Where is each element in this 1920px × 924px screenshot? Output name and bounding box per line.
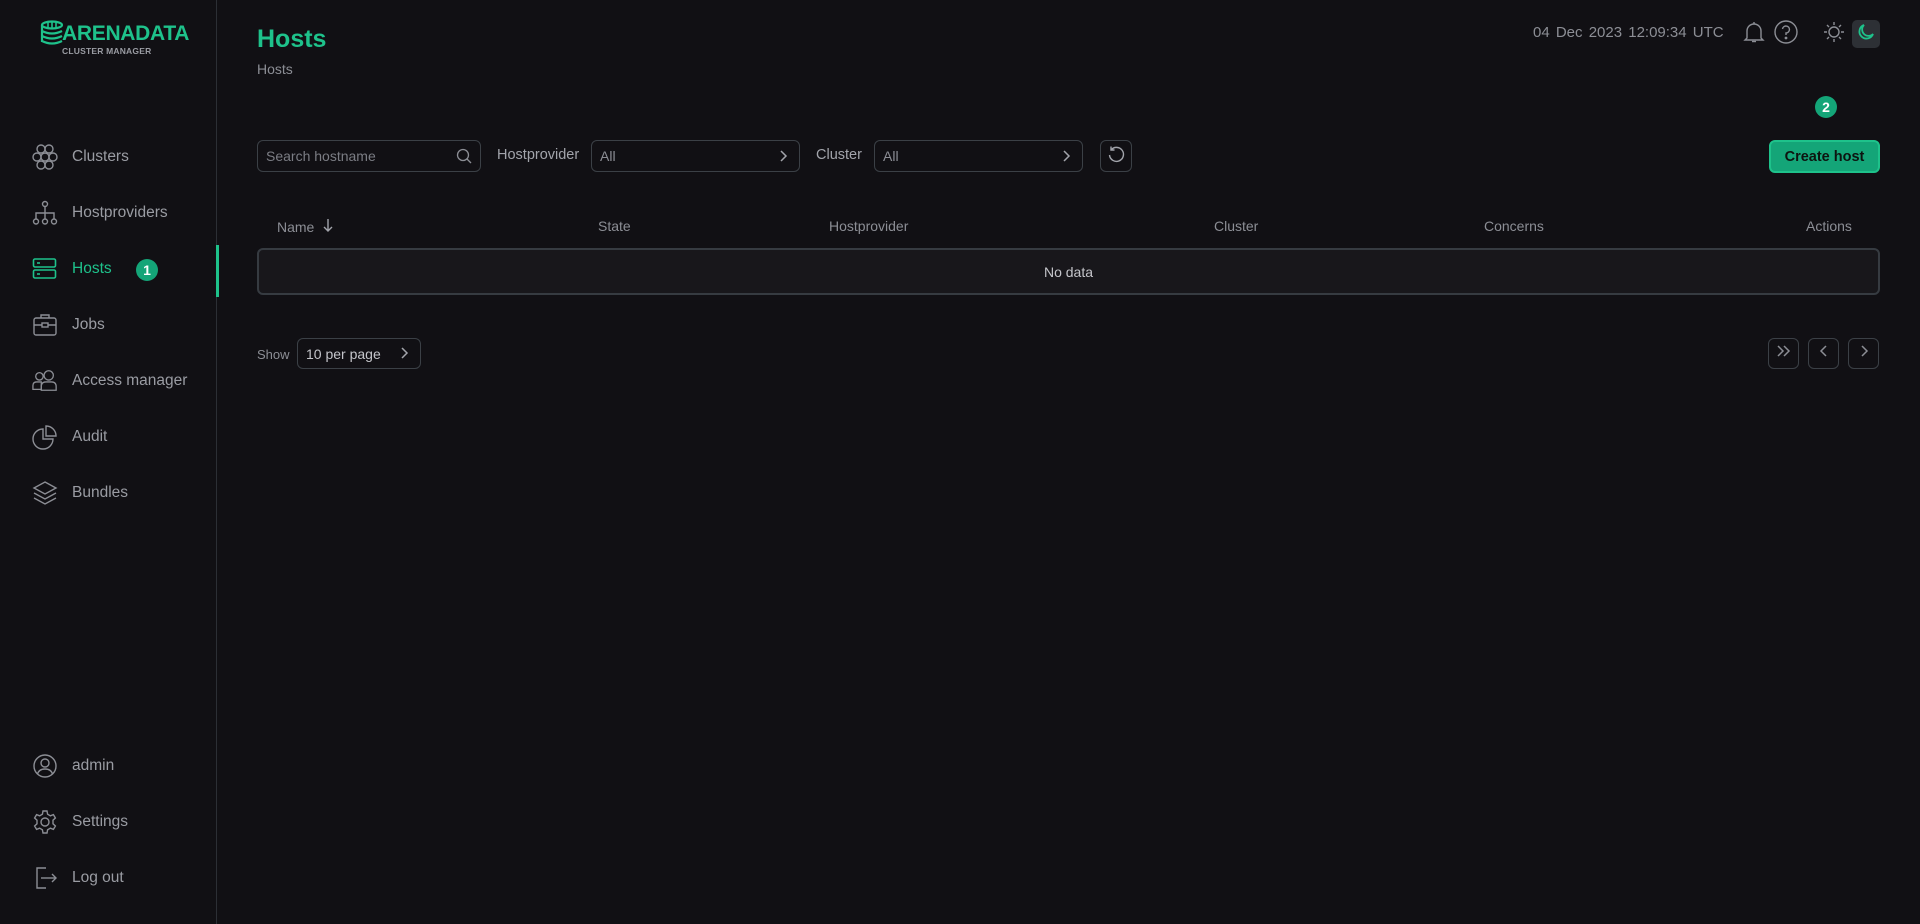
jobs-icon: [32, 313, 58, 337]
per-page-select[interactable]: 10 per page: [297, 338, 421, 369]
chevron-left-icon: [1818, 344, 1830, 363]
user-icon: [32, 754, 58, 778]
gear-icon: [32, 810, 58, 834]
hosts-table-body: No data: [257, 248, 1880, 295]
reset-filters-button[interactable]: [1100, 140, 1132, 172]
chevron-right-icon: [398, 346, 410, 365]
sidebar-item-bundles[interactable]: Bundles: [0, 473, 217, 513]
sidebar-item-hostproviders[interactable]: Hostproviders: [0, 193, 217, 233]
sidebar-item-label: Log out: [72, 869, 124, 886]
search-field[interactable]: [257, 140, 481, 172]
sidebar-item-audit[interactable]: Audit: [0, 417, 217, 457]
page-title: Hosts: [257, 25, 327, 53]
sidebar-item-access-manager[interactable]: Access manager: [0, 361, 217, 401]
double-chevron-icon: [1776, 344, 1792, 363]
sidebar-item-label: Hostproviders: [72, 204, 168, 221]
breadcrumb: Hosts: [257, 61, 293, 77]
sun-icon: [1823, 21, 1845, 48]
sidebar-item-clusters[interactable]: Clusters: [0, 137, 217, 177]
sidebar-item-settings[interactable]: Settings: [0, 802, 217, 842]
sidebar-item-label: Jobs: [72, 316, 105, 333]
sidebar-item-label: Bundles: [72, 484, 129, 501]
logo[interactable]: ARENADATA CLUSTER MANAGER: [38, 18, 189, 58]
bell-icon: [1742, 20, 1766, 49]
bundles-icon: [32, 481, 58, 505]
app-root: ARENADATA CLUSTER MANAGER Clusters Hostp…: [0, 0, 1920, 924]
logo-icon: [40, 20, 64, 45]
hostprovider-select[interactable]: All: [591, 140, 800, 172]
sidebar-item-jobs[interactable]: Jobs: [0, 305, 217, 345]
help-button[interactable]: [1772, 19, 1800, 50]
column-header-concerns: Concerns: [1484, 218, 1544, 234]
first-page-button[interactable]: [1768, 338, 1799, 369]
chevron-right-icon: [1060, 149, 1072, 168]
column-header-label: Name: [277, 218, 315, 235]
dark-theme-button[interactable]: [1852, 20, 1880, 48]
column-header-state: State: [598, 218, 631, 234]
light-theme-button[interactable]: [1820, 20, 1848, 48]
sidebar-item-admin[interactable]: admin: [0, 746, 217, 786]
brand-name: ARENADATA: [62, 22, 190, 45]
column-header-hostprovider: Hostprovider: [829, 218, 908, 234]
hostproviders-icon: [32, 200, 58, 225]
hostprovider-select-value: All: [600, 148, 616, 164]
audit-icon: [32, 425, 58, 450]
column-header-label: Actions: [1806, 218, 1852, 234]
search-icon[interactable]: [456, 148, 472, 169]
reset-icon: [1107, 145, 1125, 168]
column-header-label: Cluster: [1214, 218, 1259, 234]
notifications-button[interactable]: [1740, 20, 1768, 48]
column-header-label: Hostprovider: [829, 218, 909, 234]
next-page-button[interactable]: [1848, 338, 1879, 369]
column-header-label: Concerns: [1484, 218, 1544, 234]
step-badge: 2: [1815, 96, 1837, 118]
breadcrumb-item[interactable]: Hosts: [257, 61, 293, 77]
step-badge: 1: [136, 259, 158, 281]
logout-icon: [32, 866, 58, 890]
chevron-right-icon: [1858, 344, 1870, 363]
column-header-actions: Actions: [1806, 218, 1852, 234]
cluster-select-value: All: [883, 148, 899, 164]
hosts-icon: [32, 257, 58, 281]
sort-arrow-down-icon: [322, 218, 334, 235]
clusters-icon: [32, 144, 58, 170]
search-input[interactable]: [258, 148, 448, 164]
sidebar-item-label: Hosts: [72, 260, 112, 277]
sidebar-item-hosts[interactable]: Hosts 1: [0, 245, 219, 297]
sidebar-item-label: Access manager: [72, 372, 188, 389]
sidebar-item-label: Audit: [72, 428, 108, 445]
column-header-label: State: [598, 218, 631, 234]
column-header-name[interactable]: Name: [277, 218, 334, 235]
sidebar: ARENADATA CLUSTER MANAGER Clusters Hostp…: [0, 0, 219, 924]
sidebar-item-label: Settings: [72, 813, 129, 830]
per-page-value: 10 per page: [306, 345, 381, 362]
hostprovider-filter-label: Hostprovider: [497, 147, 580, 163]
empty-state-text: No data: [1043, 263, 1094, 280]
sidebar-item-logout[interactable]: Log out: [0, 858, 217, 898]
sidebar-item-label: admin: [72, 757, 115, 774]
brand-subtitle: CLUSTER MANAGER: [62, 46, 152, 56]
help-icon: [1773, 19, 1799, 50]
moon-icon: [1857, 23, 1875, 46]
column-header-cluster: Cluster: [1214, 218, 1258, 234]
sidebar-item-label: Clusters: [72, 148, 129, 165]
access-manager-icon: [32, 369, 58, 393]
cluster-select[interactable]: All: [874, 140, 1083, 172]
previous-page-button[interactable]: [1808, 338, 1839, 369]
datetime-display: 04 Dec 2023 12:09:34 UTC: [1533, 24, 1724, 41]
create-host-button[interactable]: Create host: [1769, 140, 1880, 173]
cluster-filter-label: Cluster: [816, 147, 862, 163]
chevron-right-icon: [777, 149, 789, 168]
per-page-label: Show: [257, 347, 290, 362]
